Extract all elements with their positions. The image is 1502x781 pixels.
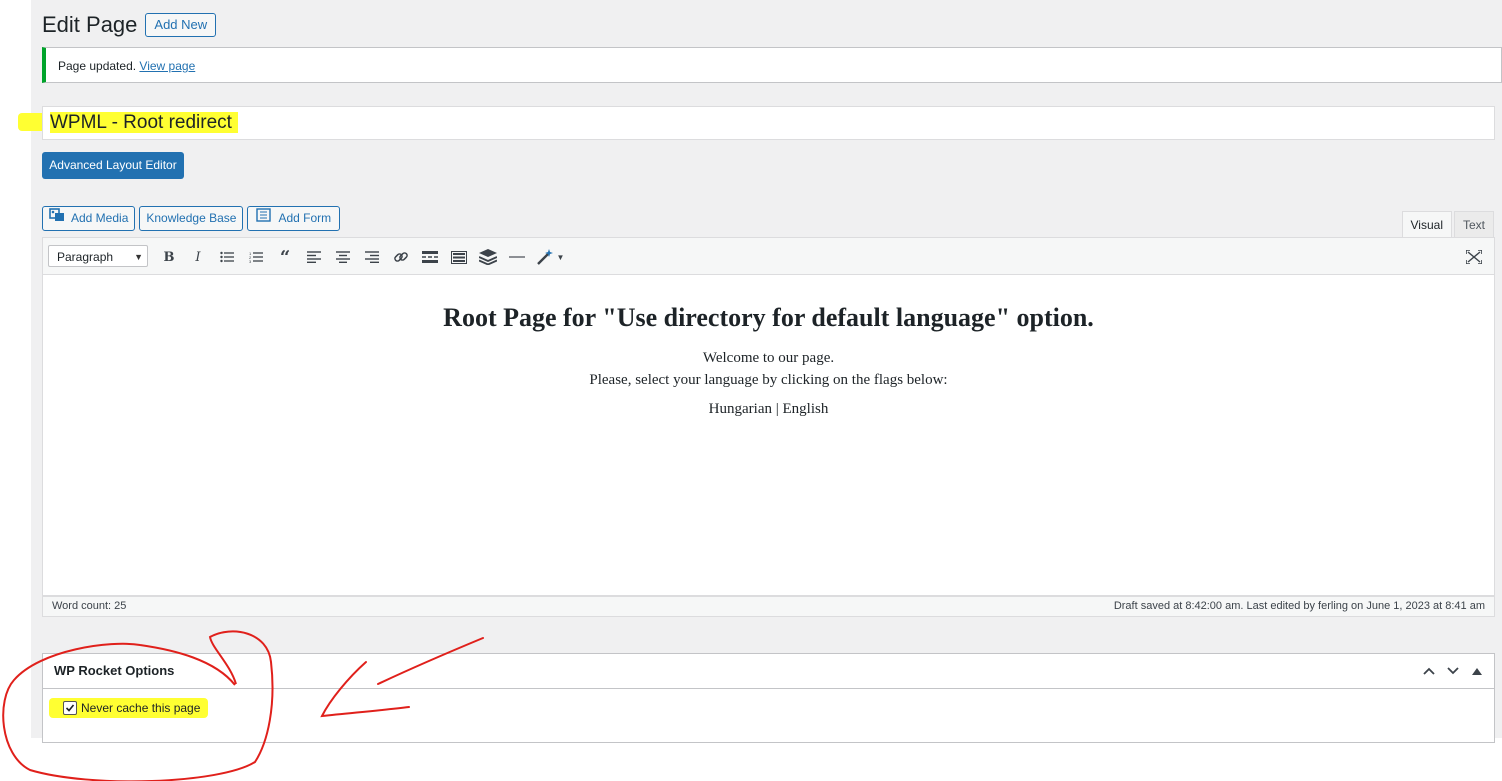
editor-statusbar: Word count: 25 Draft saved at 8:42:00 am… [42,596,1495,617]
metabox-title: WP Rocket Options [54,663,175,678]
visual-editor-content[interactable]: Root Page for "Use directory for default… [42,275,1495,596]
add-new-button[interactable]: Add New [145,13,217,37]
page-title: Edit Page [42,12,138,37]
form-icon [256,206,272,231]
tab-text[interactable]: Text [1453,211,1494,237]
bulleted-list-icon[interactable] [215,245,239,269]
wp-rocket-metabox: WP Rocket Options Never cache this page [42,653,1495,743]
toolbar-buttons: B I 123 “ ▼ [157,245,566,269]
move-down-icon[interactable] [1446,664,1460,678]
never-cache-option[interactable]: Never cache this page [49,698,209,718]
page-heading-row: Edit Page Add New [42,12,217,38]
notice-text: Page updated. [58,59,137,73]
view-page-link[interactable]: View page [139,59,195,73]
content-paragraph: Welcome to our page. Please, select your… [43,347,1494,391]
align-right-icon[interactable] [360,245,384,269]
select-language-text: Please, select your language by clicking… [589,372,948,388]
chevron-down-icon: ▼ [134,252,143,262]
knowledge-base-label: Knowledge Base [146,211,237,225]
title-value: WPML - Root redirect [50,112,238,133]
add-form-label: Add Form [278,211,332,225]
align-center-icon[interactable] [331,245,355,269]
svg-text:3: 3 [249,259,252,263]
italic-icon[interactable]: I [186,245,210,269]
bold-icon[interactable]: B [157,245,181,269]
content-heading: Root Page for "Use directory for default… [443,303,1094,332]
align-left-icon[interactable] [302,245,326,269]
advanced-layout-editor-button[interactable]: Advanced Layout Editor [42,152,184,179]
magic-wand-icon[interactable]: ▼ [534,245,566,269]
move-up-icon[interactable] [1422,664,1436,678]
never-cache-label: Never cache this page [81,701,201,715]
numbered-list-icon[interactable]: 123 [244,245,268,269]
knowledge-base-button[interactable]: Knowledge Base [139,206,244,231]
layers-icon[interactable] [476,245,500,269]
add-media-button[interactable]: Add Media [42,206,136,231]
media-icon [49,206,65,231]
blockquote-icon[interactable]: “ [273,245,297,269]
collapse-toggle-icon[interactable] [1470,664,1484,678]
horizontal-rule-icon[interactable] [505,245,529,269]
read-more-icon[interactable] [418,245,442,269]
metabox-controls [1422,654,1484,688]
toolbar-toggle-icon[interactable] [447,245,471,269]
media-buttons: Add Media Knowledge Base Add Form [42,206,341,231]
add-form-button[interactable]: Add Form [247,206,341,231]
fullscreen-icon[interactable] [1464,247,1484,267]
add-media-label: Add Media [71,211,129,225]
format-select[interactable]: Paragraph ▼ [48,245,148,267]
link-icon[interactable] [389,245,413,269]
editor-toolbar: Paragraph ▼ B I 123 “ ▼ [42,237,1495,275]
language-links: Hungarian | English [708,401,829,417]
editor-tabs: Visual Text [1401,211,1494,238]
draft-status: Draft saved at 8:42:00 am. Last edited b… [1113,600,1485,612]
never-cache-checkbox[interactable] [63,701,77,715]
welcome-text: Welcome to our page. [702,350,835,366]
word-count: Word count: 25 [52,600,127,612]
format-select-value: Paragraph [57,250,114,264]
title-input[interactable]: WPML - Root redirect [42,106,1495,140]
metabox-header: WP Rocket Options [43,654,1494,689]
tab-visual[interactable]: Visual [1401,211,1452,238]
update-notice: Page updated. View page [42,47,1502,83]
